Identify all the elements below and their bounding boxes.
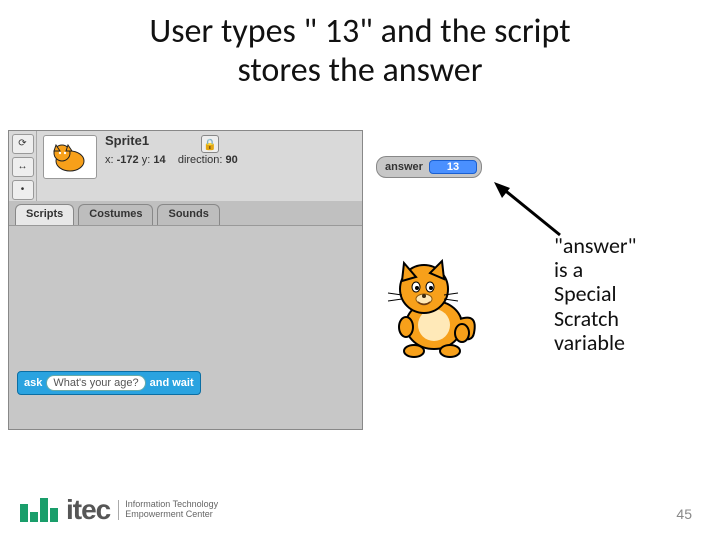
logo-sub2: Empowerment Center <box>125 510 218 520</box>
title-line-2: stores the answer <box>237 50 482 91</box>
cat-thumb-icon <box>48 139 92 175</box>
rotate-tool-icon[interactable]: ⟳ <box>12 134 34 154</box>
sprite-info-row: Sprite1 x: -172 y: 14 direction: 90 🔒 <box>37 131 362 201</box>
y-value: 14 <box>153 154 165 166</box>
flip-tool-icon[interactable]: ↔ <box>12 157 34 177</box>
annotation-l2: is a <box>554 258 694 282</box>
scratch-cat-icon <box>384 253 484 363</box>
annotation-text: "answer" is a Special Scratch variable <box>554 234 694 355</box>
arrow-icon <box>490 180 570 240</box>
ask-input[interactable]: What's your age? <box>46 375 145 391</box>
annotation-l1: "answer" <box>554 234 694 258</box>
wait-keyword: and wait <box>150 377 194 389</box>
tab-row: Scripts Costumes Sounds <box>9 201 362 225</box>
sprite-position: x: -172 y: 14 direction: 90 <box>105 154 238 166</box>
answer-watcher: answer 13 <box>376 156 482 178</box>
y-label: y: <box>142 154 151 166</box>
logo-brand: itec <box>66 494 110 526</box>
lock-icon[interactable]: 🔒 <box>201 135 219 153</box>
page-number: 45 <box>676 506 692 522</box>
x-value: -172 <box>117 154 139 166</box>
sprite-thumbnail[interactable] <box>43 135 97 179</box>
logo-mark-icon <box>20 498 58 522</box>
ask-keyword: ask <box>24 377 42 389</box>
annotation-l3: Special <box>554 282 694 306</box>
cat-on-stage <box>380 248 488 368</box>
tool-strip: ⟳ ↔ • <box>9 131 37 201</box>
script-area[interactable]: ask What's your age? and wait <box>9 225 362 429</box>
scratch-panel: ⟳ ↔ • Sprite1 x: -172 y: <box>8 130 363 430</box>
slide-title: User types " 13" and the script stores t… <box>0 12 720 90</box>
direction-label: direction: <box>178 154 223 166</box>
x-label: x: <box>105 154 114 166</box>
no-rotate-tool-icon[interactable]: • <box>12 180 34 200</box>
answer-label: answer <box>385 161 423 173</box>
direction-value: 90 <box>226 154 238 166</box>
annotation-l5: variable <box>554 331 694 355</box>
footer-logo: itec Information Technology Empowerment … <box>20 494 218 526</box>
answer-value: 13 <box>429 160 477 174</box>
ask-block[interactable]: ask What's your age? and wait <box>17 371 201 395</box>
slide: User types " 13" and the script stores t… <box>0 0 720 540</box>
annotation-l4: Scratch <box>554 307 694 331</box>
title-line-1: User types " 13" and the script <box>149 11 570 52</box>
logo-subtitle: Information Technology Empowerment Cente… <box>118 500 218 520</box>
